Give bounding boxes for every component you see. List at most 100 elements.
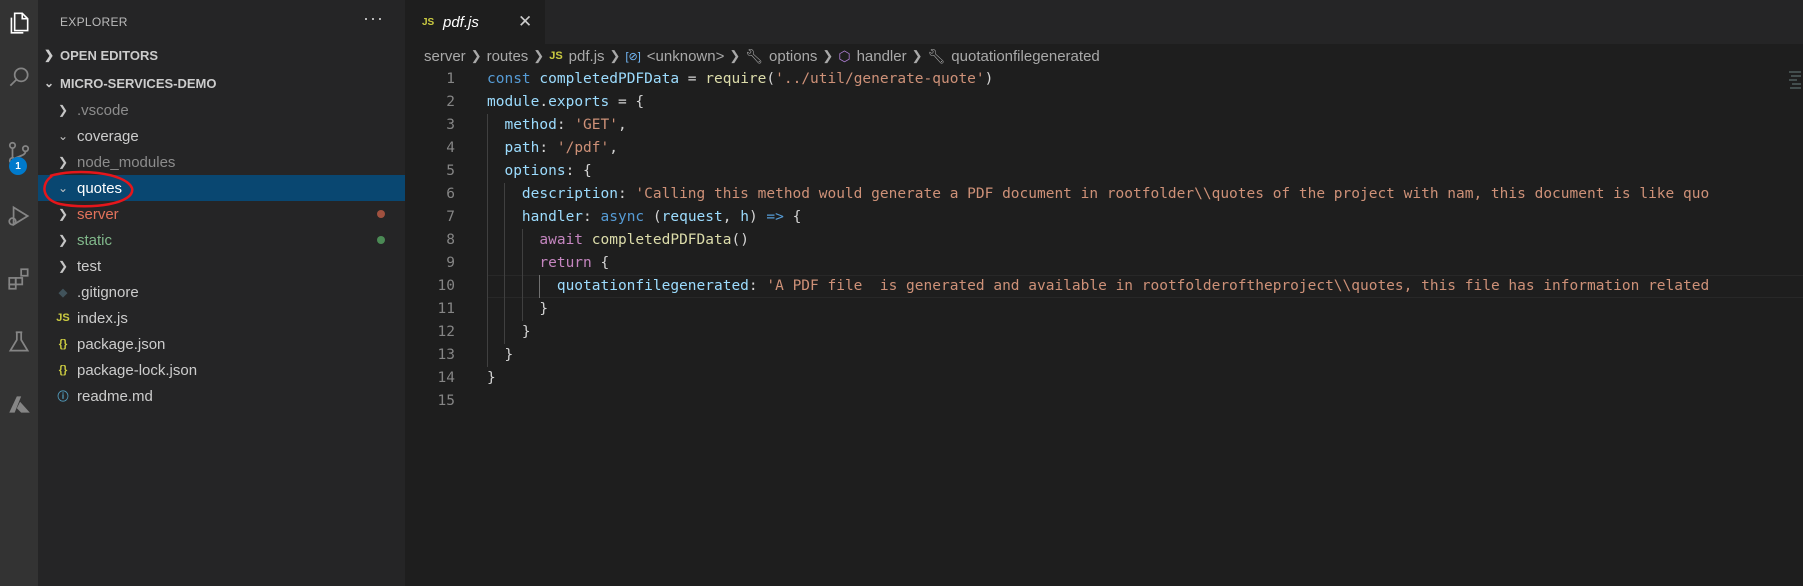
breadcrumb-item-handler[interactable]: handler — [857, 48, 907, 65]
line-number: 1 — [446, 71, 455, 87]
tree-item-static[interactable]: ❯ static — [38, 227, 405, 253]
code-line[interactable]: 13 } — [405, 344, 1803, 367]
line-number: 6 — [446, 186, 455, 202]
code-line[interactable]: 6 description: 'Calling this method woul… — [405, 183, 1803, 206]
tab-pdf-js[interactable]: JS pdf.js ✕ — [405, 0, 545, 44]
code-token: { — [783, 209, 802, 225]
line-number: 9 — [446, 255, 455, 271]
tree-item-vscode[interactable]: ❯ .vscode — [38, 97, 405, 123]
code-token: 'Calling this method would generate a PD… — [635, 186, 1710, 202]
tree-item-label: readme.md — [77, 387, 153, 405]
code-token: ) — [748, 209, 767, 225]
code-token: '/pdf' — [556, 140, 610, 156]
code-line[interactable]: 3 method: 'GET', — [405, 114, 1803, 137]
code-line[interactable]: 14} — [405, 367, 1803, 390]
code-line[interactable]: 11 } — [405, 298, 1803, 321]
code-token: description — [521, 186, 618, 202]
code-text: path: '/pdf', — [487, 137, 618, 160]
breadcrumb-item-server[interactable]: server — [424, 48, 466, 65]
breadcrumb-item-unknown[interactable]: <unknown> — [647, 48, 725, 65]
code-text: } — [487, 298, 548, 321]
json-file-icon: {} — [58, 364, 68, 376]
code-token: handler — [521, 209, 584, 225]
chevron-right-icon: ❯ — [57, 259, 69, 273]
code-token: const — [487, 71, 531, 87]
search-icon[interactable] — [0, 57, 38, 97]
tree-item-coverage[interactable]: ⌄ coverage — [38, 123, 405, 149]
explorer-files-icon[interactable] — [0, 3, 38, 43]
code-token: completedPDFData — [591, 232, 732, 248]
code-text: } — [487, 344, 513, 367]
chevron-right-icon: ❯ — [533, 48, 545, 63]
code-text: } — [487, 321, 531, 344]
code-token: . — [539, 94, 549, 110]
tree-item-label: index.js — [77, 309, 128, 327]
testing-flask-icon[interactable] — [0, 322, 38, 362]
code-token: = { — [609, 94, 645, 110]
chevron-right-icon: ❯ — [609, 48, 621, 63]
close-icon[interactable]: ✕ — [518, 12, 532, 32]
project-label: MICRO-SERVICES-DEMO — [60, 75, 217, 91]
code-token: ( — [766, 71, 776, 87]
project-section[interactable]: ⌄ MICRO-SERVICES-DEMO — [38, 72, 405, 94]
code-line[interactable]: 8 await completedPDFData() — [405, 229, 1803, 252]
breadcrumb-item-property[interactable]: quotationfilegenerated — [951, 48, 1099, 65]
code-line[interactable]: 2 module.exports = { — [405, 91, 1803, 114]
more-actions-icon[interactable]: ··· — [363, 8, 384, 29]
code-token: path — [504, 140, 540, 156]
code-token: : — [556, 117, 575, 133]
tree-item-readme-md[interactable]: ⓘ readme.md — [38, 383, 405, 409]
tree-item-package-json[interactable]: {} package.json — [38, 331, 405, 357]
minimap[interactable] — [1787, 68, 1803, 98]
tab-label: pdf.js — [443, 13, 479, 31]
code-token: options — [504, 163, 566, 179]
code-editor[interactable]: 1 const completedPDFData = require('../ut… — [405, 68, 1803, 586]
tree-item-package-lock-json[interactable]: {} package-lock.json — [38, 357, 405, 383]
code-line[interactable]: 7 handler: async (request, h) => { — [405, 206, 1803, 229]
code-token: ( — [644, 209, 662, 225]
breadcrumb-item-routes[interactable]: routes — [487, 48, 529, 65]
open-editors-section[interactable]: ❯ OPEN EDITORS — [38, 44, 405, 66]
tree-item-label: test — [77, 257, 102, 275]
line-number: 2 — [446, 94, 455, 110]
code-token: : { — [565, 163, 592, 179]
tree-item-gitignore[interactable]: ◆ .gitignore — [38, 279, 405, 305]
source-control-badge: 1 — [9, 157, 27, 175]
code-line[interactable]: 12 } — [405, 321, 1803, 344]
code-line[interactable]: 10 quotationfilegenerated: 'A PDF file i… — [405, 275, 1803, 298]
code-line[interactable]: 4 path: '/pdf', — [405, 137, 1803, 160]
extensions-icon[interactable] — [0, 259, 38, 299]
line-number: 3 — [446, 117, 455, 133]
tree-item-label: .vscode — [77, 101, 129, 119]
code-line[interactable]: 15 — [405, 390, 1803, 413]
code-token: exports — [548, 94, 610, 110]
code-token: } — [487, 347, 514, 363]
tree-item-label: node_modules — [77, 153, 176, 171]
untracked-dot — [377, 236, 385, 244]
js-file-icon: JS — [549, 50, 563, 62]
code-line[interactable]: 9 return { — [405, 252, 1803, 275]
tree-item-test[interactable]: ❯ test — [38, 253, 405, 279]
code-text: module.exports = { — [487, 91, 644, 114]
explorer-sidebar: EXPLORER ··· ❯ OPEN EDITORS ⌄ MICRO-SERV… — [38, 0, 405, 586]
code-line[interactable]: 1 const completedPDFData = require('../ut… — [405, 68, 1803, 91]
azure-icon[interactable] — [0, 385, 38, 425]
code-token: } — [487, 301, 549, 317]
code-token: () — [731, 232, 749, 248]
breadcrumb-item-options[interactable]: options — [769, 48, 817, 65]
git-icon: ◆ — [58, 286, 68, 299]
modified-dot — [377, 210, 385, 218]
tree-item-index-js[interactable]: JS index.js — [38, 305, 405, 331]
code-text: quotationfilegenerated: 'A PDF file is g… — [487, 275, 1709, 298]
breadcrumb-item-file[interactable]: pdf.js — [569, 48, 605, 65]
code-token: = — [679, 71, 706, 87]
code-token: , — [617, 117, 627, 133]
code-text: options: { — [487, 160, 592, 183]
run-debug-icon[interactable] — [0, 196, 38, 236]
code-line[interactable]: 5 options: { — [405, 160, 1803, 183]
